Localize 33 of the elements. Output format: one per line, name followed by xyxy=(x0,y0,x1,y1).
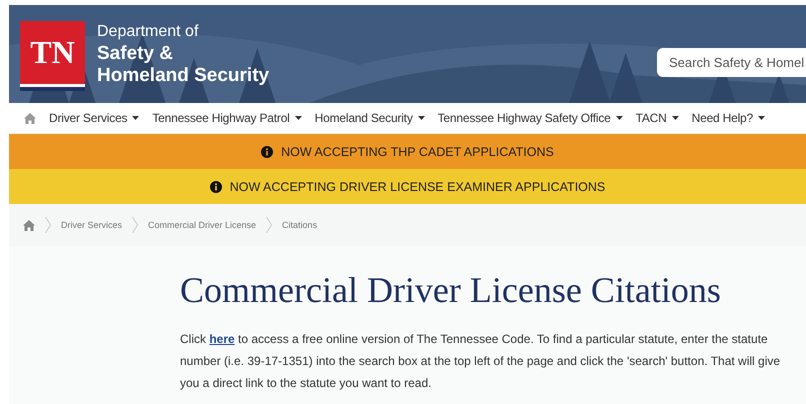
caret-icon xyxy=(758,116,766,120)
chevron-icon xyxy=(132,217,138,233)
nav-menu-item[interactable]: Tennessee Highway Safety Office xyxy=(438,111,623,125)
breadcrumb-link[interactable]: Commercial Driver License xyxy=(148,220,256,230)
page-title: Commercial Driver License Citations xyxy=(180,269,722,312)
here-link[interactable]: here xyxy=(209,332,235,346)
search-field[interactable]: Search Safety & Homel xyxy=(657,48,806,76)
nav-menu-item[interactable]: Driver Services xyxy=(49,111,140,125)
caret-icon xyxy=(616,116,623,120)
department-title: Homeland Security xyxy=(97,65,270,87)
department-title: Safety & xyxy=(97,43,174,65)
nav-menu-item[interactable]: TACN xyxy=(636,111,679,125)
announcement-banner[interactable]: NOW ACCEPTING DRIVER LICENSE EXAMINER APPLICATIONS xyxy=(9,169,806,204)
info-icon xyxy=(261,146,274,158)
announcement-banner[interactable]: NOW ACCEPTING THP CADET APPLICATIONS xyxy=(9,134,806,169)
chevron-icon xyxy=(266,217,272,233)
caret-icon xyxy=(294,116,302,120)
caret-icon xyxy=(132,116,140,120)
breadcrumb-link[interactable]: Driver Services xyxy=(61,220,122,230)
department-title: Department of xyxy=(97,22,200,42)
banner-text: NOW ACCEPTING DRIVER LICENSE EXAMINER APPLICATIONS xyxy=(230,180,606,194)
home-icon[interactable] xyxy=(24,112,36,124)
caret-icon xyxy=(672,116,679,120)
caret-icon xyxy=(418,116,425,120)
info-icon xyxy=(210,180,222,192)
intro-paragraph: Click here to access a free online version of The Tennessee Code. To find a particular statute, enter the statute number (i.e. 39-17-1351) into the search box at the top left of the page and click the 'search' button. That will give you a direct link to the statute you want to read. xyxy=(180,331,782,392)
breadcrumb-link[interactable]: Citations xyxy=(282,220,318,230)
nav-menu-item[interactable]: Tennessee Highway Patrol xyxy=(152,111,302,125)
nav-menu-item[interactable]: Need Help? xyxy=(692,111,766,125)
banner-text: NOW ACCEPTING THP CADET APPLICATIONS xyxy=(281,144,554,158)
nav-menu-item[interactable]: Homeland Security xyxy=(314,111,425,125)
home-icon[interactable] xyxy=(23,220,35,230)
chevron-icon xyxy=(45,217,51,233)
